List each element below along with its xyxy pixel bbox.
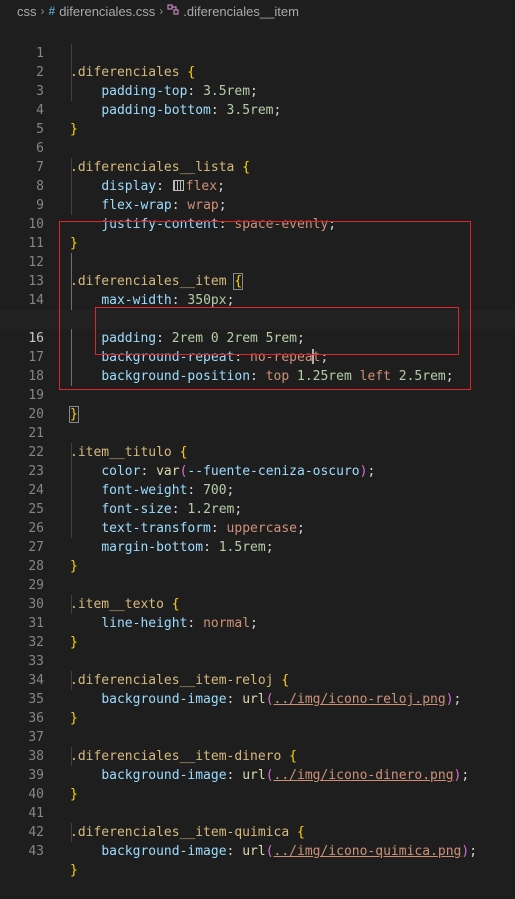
code-line: 8 flex-wrap: wrap; — [0, 158, 515, 213]
code-line: 27 } — [0, 519, 515, 574]
code-line: 19 } — [0, 367, 515, 423]
code-editor[interactable]: 1 .diferenciales { 2 padding-top: 3.5rem… — [0, 22, 515, 878]
breadcrumb: css › # diferenciales.css › .diferencial… — [0, 0, 515, 22]
code-line: 41 .diferenciales__item-quimica { — [0, 785, 515, 840]
url-link[interactable]: ../img/icono-quimica.png — [274, 844, 462, 859]
code-line: 21 .item__titulo { — [0, 405, 515, 460]
code-line: 34 background-image: url(../img/icono-re… — [0, 652, 515, 707]
code-line-current: 16 background-repeat: no-repeat; — [0, 310, 515, 365]
code-line: 37 .diferenciales__item-dinero { — [0, 709, 515, 764]
code-line: 36 — [0, 690, 515, 726]
code-line: 30 line-height: normal; — [0, 576, 515, 631]
code-line: 2 padding-top: 3.5rem; — [0, 44, 515, 99]
code-line: 3 padding-bottom: 3.5rem; — [0, 63, 515, 118]
css-file-icon: # — [48, 4, 56, 18]
code-line: 32 — [0, 614, 515, 650]
breadcrumb-symbol[interactable]: .diferenciales__item — [183, 4, 299, 19]
breadcrumb-file[interactable]: diferenciales.css — [59, 4, 155, 19]
code-line: 20 — [0, 386, 515, 422]
code-line: 28 — [0, 538, 515, 574]
line-number: 43 — [28, 844, 44, 859]
css-property: background-image — [101, 844, 227, 859]
code-line: 7 display: flex; — [0, 139, 515, 194]
symbol-class-icon — [167, 3, 180, 19]
code-line: 40 — [0, 766, 515, 802]
code-line: 42 background-image: url(../img/icono-qu… — [0, 804, 515, 859]
code-line: 17 background-position: top 1.25rem left… — [0, 329, 515, 384]
code-line: 26 margin-bottom: 1.5rem; — [0, 500, 515, 555]
code-line: 33 .diferenciales__item-reloj { — [0, 633, 515, 688]
code-line: 23 font-weight: 700; — [0, 443, 515, 498]
code-line: 6 .diferenciales__lista { — [0, 120, 515, 175]
code-line: 15 padding: 2rem 0 2rem 5rem; — [0, 291, 515, 346]
paren: ( — [265, 844, 274, 859]
code-line: 12 .diferenciales__item { — [0, 234, 515, 290]
code-line: 11 — [0, 215, 515, 251]
code-line: 5 — [0, 101, 515, 137]
code-line: 39 } — [0, 747, 515, 802]
code-line: 31 } — [0, 595, 515, 650]
code-line: 38 background-image: url(../img/icono-di… — [0, 728, 515, 783]
css-function: url — [242, 844, 266, 859]
chevron-right-icon: › — [40, 4, 45, 18]
code-line: 4 } — [0, 82, 515, 137]
code-line: 35 } — [0, 671, 515, 726]
chevron-right-icon: › — [159, 4, 164, 18]
code-line: 10 } — [0, 196, 515, 251]
code-line: 13 max-width: 350px; — [0, 253, 515, 308]
code-line: 22 color: var(--fuente-ceniza-oscuro); — [0, 424, 515, 479]
breadcrumb-folder[interactable]: css — [17, 4, 37, 19]
code-line: 29 .item__texto { — [0, 557, 515, 612]
code-line: 43 } — [0, 823, 515, 878]
paren: ) — [461, 844, 470, 859]
code-line: 14 box-sizing: border-box; — [0, 272, 515, 327]
code-line: 24 font-size: 1.2rem; — [0, 462, 515, 517]
code-line: 25 text-transform: uppercase; — [0, 481, 515, 536]
code-line: 18 — [0, 348, 515, 384]
code-line: 9 justify-content: space-evenly; — [0, 177, 515, 232]
code-line: 1 .diferenciales { — [0, 25, 515, 80]
